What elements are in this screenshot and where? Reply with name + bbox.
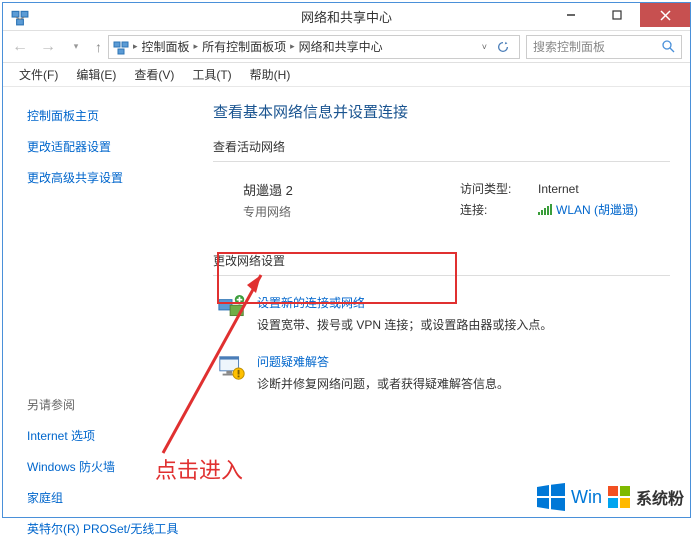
- forward-button[interactable]: →: [35, 34, 61, 60]
- breadcrumb-item[interactable]: 控制面板: [142, 38, 190, 55]
- window-frame: 网络和共享中心 ← → ▾ ↑ ▸ 控制面板 ▸ 所有控制面板项 ▸ 网络和共享…: [2, 2, 691, 518]
- action-desc: 诊断并修复网络问题，或者获得疑难解答信息。: [257, 375, 509, 392]
- menu-bar: 文件(F) 编辑(E) 查看(V) 工具(T) 帮助(H): [3, 63, 690, 87]
- sidebar-home-link[interactable]: 控制面板主页: [27, 107, 203, 124]
- history-dropdown[interactable]: ▾: [63, 34, 89, 60]
- menu-view[interactable]: 查看(V): [134, 66, 174, 83]
- breadcrumb-item[interactable]: 所有控制面板项: [202, 38, 286, 55]
- up-button[interactable]: ↑: [95, 39, 102, 55]
- watermark-win: Win: [571, 487, 602, 508]
- breadcrumb[interactable]: ▸ 控制面板 ▸ 所有控制面板项 ▸ 网络和共享中心 ˅: [108, 35, 520, 59]
- action-desc: 设置宽带、拨号或 VPN 连接；或设置路由器或接入点。: [257, 316, 552, 333]
- chevron-right-icon[interactable]: ▸: [194, 41, 199, 52]
- search-input[interactable]: 搜索控制面板: [526, 35, 682, 59]
- connection-link[interactable]: WLAN (胡邋遢): [538, 201, 638, 218]
- network-type: 专用网络: [243, 203, 460, 220]
- menu-file[interactable]: 文件(F): [19, 66, 58, 83]
- watermark-brand: 系统粉: [636, 485, 684, 509]
- main-content: 查看基本网络信息并设置连接 查看活动网络 胡邋遢 2 专用网络 访问类型: In…: [203, 87, 690, 517]
- menu-edit[interactable]: 编辑(E): [76, 66, 116, 83]
- windows-logo-icon: [537, 483, 565, 511]
- troubleshoot-action[interactable]: 问题疑难解答 诊断并修复网络问题，或者获得疑难解答信息。: [213, 353, 670, 392]
- dropdown-chevron-icon[interactable]: ˅: [482, 42, 487, 52]
- network-center-icon: [11, 8, 29, 26]
- microsoft-logo-icon: [608, 486, 630, 508]
- connection-label: 连接:: [460, 201, 518, 218]
- refresh-button[interactable]: [491, 40, 515, 54]
- chevron-right-icon[interactable]: ▸: [290, 41, 295, 52]
- wifi-signal-icon: [538, 204, 552, 216]
- network-name: 胡邋遢 2: [243, 180, 460, 199]
- sidebar-advanced-link[interactable]: 更改高级共享设置: [27, 169, 203, 186]
- sidebar-adapter-link[interactable]: 更改适配器设置: [27, 138, 203, 155]
- watermark: Win 系统粉: [537, 483, 684, 511]
- titlebar[interactable]: 网络和共享中心: [3, 3, 690, 31]
- access-type-value: Internet: [538, 182, 579, 196]
- connection-value: WLAN (胡邋遢): [556, 201, 638, 218]
- action-title: 问题疑难解答: [257, 353, 509, 370]
- chevron-right-icon[interactable]: ▸: [133, 41, 138, 52]
- see-also-link[interactable]: 英特尔(R) PROSet/无线工具: [27, 520, 203, 537]
- navigation-bar: ← → ▾ ↑ ▸ 控制面板 ▸ 所有控制面板项 ▸ 网络和共享中心 ˅ 搜索控…: [3, 31, 690, 63]
- minimize-button[interactable]: [548, 3, 594, 27]
- active-network-block: 胡邋遢 2 专用网络 访问类型: Internet 连接: WLAN (胡邋遢): [213, 180, 670, 222]
- search-placeholder: 搜索控制面板: [533, 38, 605, 55]
- window-title: 网络和共享中心: [301, 7, 392, 26]
- access-type-label: 访问类型:: [460, 180, 518, 197]
- breadcrumb-item[interactable]: 网络和共享中心: [299, 38, 383, 55]
- window-controls: [548, 3, 690, 27]
- annotation-label: 点击进入: [155, 453, 243, 485]
- network-center-icon: [113, 39, 129, 55]
- back-button[interactable]: ←: [7, 34, 33, 60]
- maximize-button[interactable]: [594, 3, 640, 27]
- page-heading: 查看基本网络信息并设置连接: [213, 101, 670, 122]
- menu-tools[interactable]: 工具(T): [192, 66, 231, 83]
- close-button[interactable]: [640, 3, 690, 27]
- annotation-arrow: [143, 263, 273, 463]
- active-networks-heading: 查看活动网络: [213, 138, 670, 155]
- search-icon: [662, 40, 675, 53]
- see-also-link[interactable]: 家庭组: [27, 489, 203, 506]
- menu-help[interactable]: 帮助(H): [250, 66, 291, 83]
